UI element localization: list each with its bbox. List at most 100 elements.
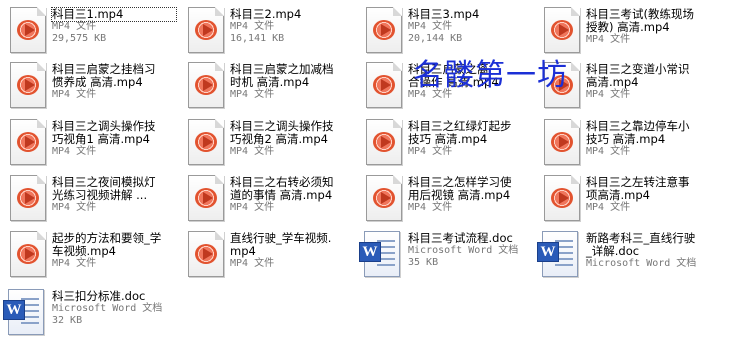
file-type: MP4 文件: [230, 258, 275, 269]
file-item[interactable]: W 新路考科三_直线行驶 _详解.doc Microsoft Word 文档: [534, 226, 710, 280]
file-name: 高清.mp4: [586, 75, 639, 89]
file-name: 车视频.mp4: [52, 244, 116, 258]
file-type: Microsoft Word 文档: [586, 258, 697, 269]
file-name: 用后视镜 高清.mp4: [408, 188, 511, 202]
file-name: _详解.doc: [586, 244, 640, 258]
file-name: 项高清.mp4: [586, 188, 650, 202]
file-info: 科目三1.mp4 MP4 文件 29,575 KB: [51, 7, 177, 45]
video-file-icon: [188, 62, 224, 108]
file-item[interactable]: 科目三之怎样学习使 用后视镜 高清.mp4 MP4 文件: [356, 170, 532, 224]
file-item[interactable]: 科目三之靠边停车小 技巧 高清.mp4 MP4 文件: [534, 114, 710, 168]
file-info: 科目三之红绿灯起步 技巧 高清.mp4 MP4 文件: [408, 120, 532, 158]
file-item[interactable]: 科目三1.mp4 MP4 文件 29,575 KB: [0, 2, 177, 56]
file-type: MP4 文件: [230, 89, 275, 100]
file-type: MP4 文件: [408, 21, 453, 32]
file-item[interactable]: W 科目三考试流程.doc Microsoft Word 文档 35 KB: [356, 226, 532, 280]
file-type: MP4 文件: [52, 258, 97, 269]
word-document-icon: W: [537, 231, 578, 277]
file-item[interactable]: 科目三2.mp4 MP4 文件 16,141 KB: [178, 2, 354, 56]
file-info: 科目三之右转必须知 道的事情 高清.mp4 MP4 文件: [230, 176, 354, 214]
file-info: 科目三启蒙之离 合操作 高清.mp4 MP4 文件: [408, 63, 532, 101]
file-info: 科目三之调头操作技 巧视角1 高清.mp4 MP4 文件: [52, 120, 176, 158]
file-type: Microsoft Word 文档: [52, 303, 163, 314]
file-type: MP4 文件: [230, 202, 275, 213]
file-item[interactable]: 科目三之夜间模拟灯 光练习视频讲解 ... MP4 文件: [0, 170, 176, 224]
file-name: 合操作 高清.mp4: [408, 75, 499, 89]
file-info: 科目三之左转注意事 项高清.mp4 MP4 文件: [586, 176, 710, 214]
video-file-icon: [544, 7, 580, 53]
file-info: 科目三之怎样学习使 用后视镜 高清.mp4 MP4 文件: [408, 176, 532, 214]
video-file-icon: [10, 119, 46, 165]
file-type: MP4 文件: [52, 21, 97, 32]
file-info: 科目三之靠边停车小 技巧 高清.mp4 MP4 文件: [586, 120, 710, 158]
file-item[interactable]: 科目三之红绿灯起步 技巧 高清.mp4 MP4 文件: [356, 114, 532, 168]
file-item[interactable]: 科目三3.mp4 MP4 文件 20,144 KB: [356, 2, 532, 56]
video-file-icon: [188, 231, 224, 277]
file-name: 巧视角2 高清.mp4: [230, 132, 328, 146]
file-name: 科三扣分标准.doc: [52, 289, 146, 303]
file-type: MP4 文件: [408, 202, 453, 213]
video-file-icon: [188, 119, 224, 165]
file-item[interactable]: 科目三之变道小常识 高清.mp4 MP4 文件: [534, 57, 710, 111]
file-item[interactable]: 科目三之右转必须知 道的事情 高清.mp4 MP4 文件: [178, 170, 354, 224]
video-file-icon: [544, 119, 580, 165]
file-name: 科目三3.mp4: [408, 7, 480, 21]
file-info: 直线行驶_学车视频. mp4 MP4 文件: [230, 232, 354, 270]
file-item[interactable]: 科目三考试(教练现场 授教) 高清.mp4 MP4 文件: [534, 2, 710, 56]
file-grid: 科目三1.mp4 MP4 文件 29,575 KB 科目三2.mp4 MP4 文件 16,…: [0, 0, 749, 346]
file-info: 科目三启蒙之挂档习 惯养成 高清.mp4 MP4 文件: [52, 63, 176, 101]
video-file-icon: [366, 62, 402, 108]
video-file-icon: [366, 175, 402, 221]
file-item[interactable]: 直线行驶_学车视频. mp4 MP4 文件: [178, 226, 354, 280]
word-document-icon: W: [359, 231, 400, 277]
video-file-icon: [10, 231, 46, 277]
file-name: 授教) 高清.mp4: [586, 20, 670, 34]
file-type: MP4 文件: [586, 34, 631, 45]
file-type: MP4 文件: [408, 89, 453, 100]
file-info: 新路考科三_直线行驶 _详解.doc Microsoft Word 文档: [586, 232, 710, 270]
file-name: 道的事情 高清.mp4: [230, 188, 333, 202]
file-type: MP4 文件: [586, 202, 631, 213]
file-info: 科目三之调头操作技 巧视角2 高清.mp4 MP4 文件: [230, 120, 354, 158]
file-item[interactable]: 科目三启蒙之加减档 时机 高清.mp4 MP4 文件: [178, 57, 354, 111]
file-name: 科目三考试流程.doc: [408, 231, 513, 245]
file-size: 32 KB: [52, 315, 83, 326]
file-item[interactable]: 科目三启蒙之离 合操作 高清.mp4 MP4 文件: [356, 57, 532, 111]
file-size: 16,141 KB: [230, 33, 285, 44]
file-type: MP4 文件: [586, 146, 631, 157]
video-file-icon: [366, 119, 402, 165]
file-item[interactable]: 起步的方法和要领_学 车视频.mp4 MP4 文件: [0, 226, 176, 280]
video-file-icon: [188, 7, 224, 53]
file-name: 技巧 高清.mp4: [408, 132, 488, 146]
file-size: 35 KB: [408, 257, 439, 268]
video-file-icon: [544, 62, 580, 108]
file-name: mp4: [230, 244, 256, 258]
file-size: 29,575 KB: [52, 33, 107, 44]
video-file-icon: [10, 175, 46, 221]
file-item[interactable]: 科目三启蒙之挂档习 惯养成 高清.mp4 MP4 文件: [0, 57, 176, 111]
file-name: 技巧 高清.mp4: [586, 132, 666, 146]
file-name: 科目三1.mp4: [51, 7, 177, 22]
file-item[interactable]: 科目三之调头操作技 巧视角1 高清.mp4 MP4 文件: [0, 114, 176, 168]
file-info: 科目三考试(教练现场 授教) 高清.mp4 MP4 文件: [586, 8, 710, 46]
file-type: Microsoft Word 文档: [408, 245, 519, 256]
video-file-icon: [366, 7, 402, 53]
file-name: 光练习视频讲解 ...: [52, 188, 148, 202]
file-type: MP4 文件: [230, 146, 275, 157]
word-document-icon: W: [3, 289, 44, 335]
file-info: 科目三2.mp4 MP4 文件 16,141 KB: [230, 8, 354, 45]
file-item[interactable]: W 科三扣分标准.doc Microsoft Word 文档 32 KB: [0, 284, 176, 338]
file-info: 科三扣分标准.doc Microsoft Word 文档 32 KB: [52, 290, 176, 327]
video-file-icon: [188, 175, 224, 221]
file-type: MP4 文件: [52, 146, 97, 157]
file-type: MP4 文件: [52, 89, 97, 100]
video-file-icon: [10, 7, 46, 53]
video-file-icon: [10, 62, 46, 108]
file-name: 时机 高清.mp4: [230, 75, 310, 89]
file-item[interactable]: 科目三之左转注意事 项高清.mp4 MP4 文件: [534, 170, 710, 224]
file-info: 科目三考试流程.doc Microsoft Word 文档 35 KB: [408, 232, 532, 269]
file-type: MP4 文件: [408, 146, 453, 157]
file-info: 科目三之夜间模拟灯 光练习视频讲解 ... MP4 文件: [52, 176, 176, 214]
file-item[interactable]: 科目三之调头操作技 巧视角2 高清.mp4 MP4 文件: [178, 114, 354, 168]
file-type: MP4 文件: [230, 21, 275, 32]
